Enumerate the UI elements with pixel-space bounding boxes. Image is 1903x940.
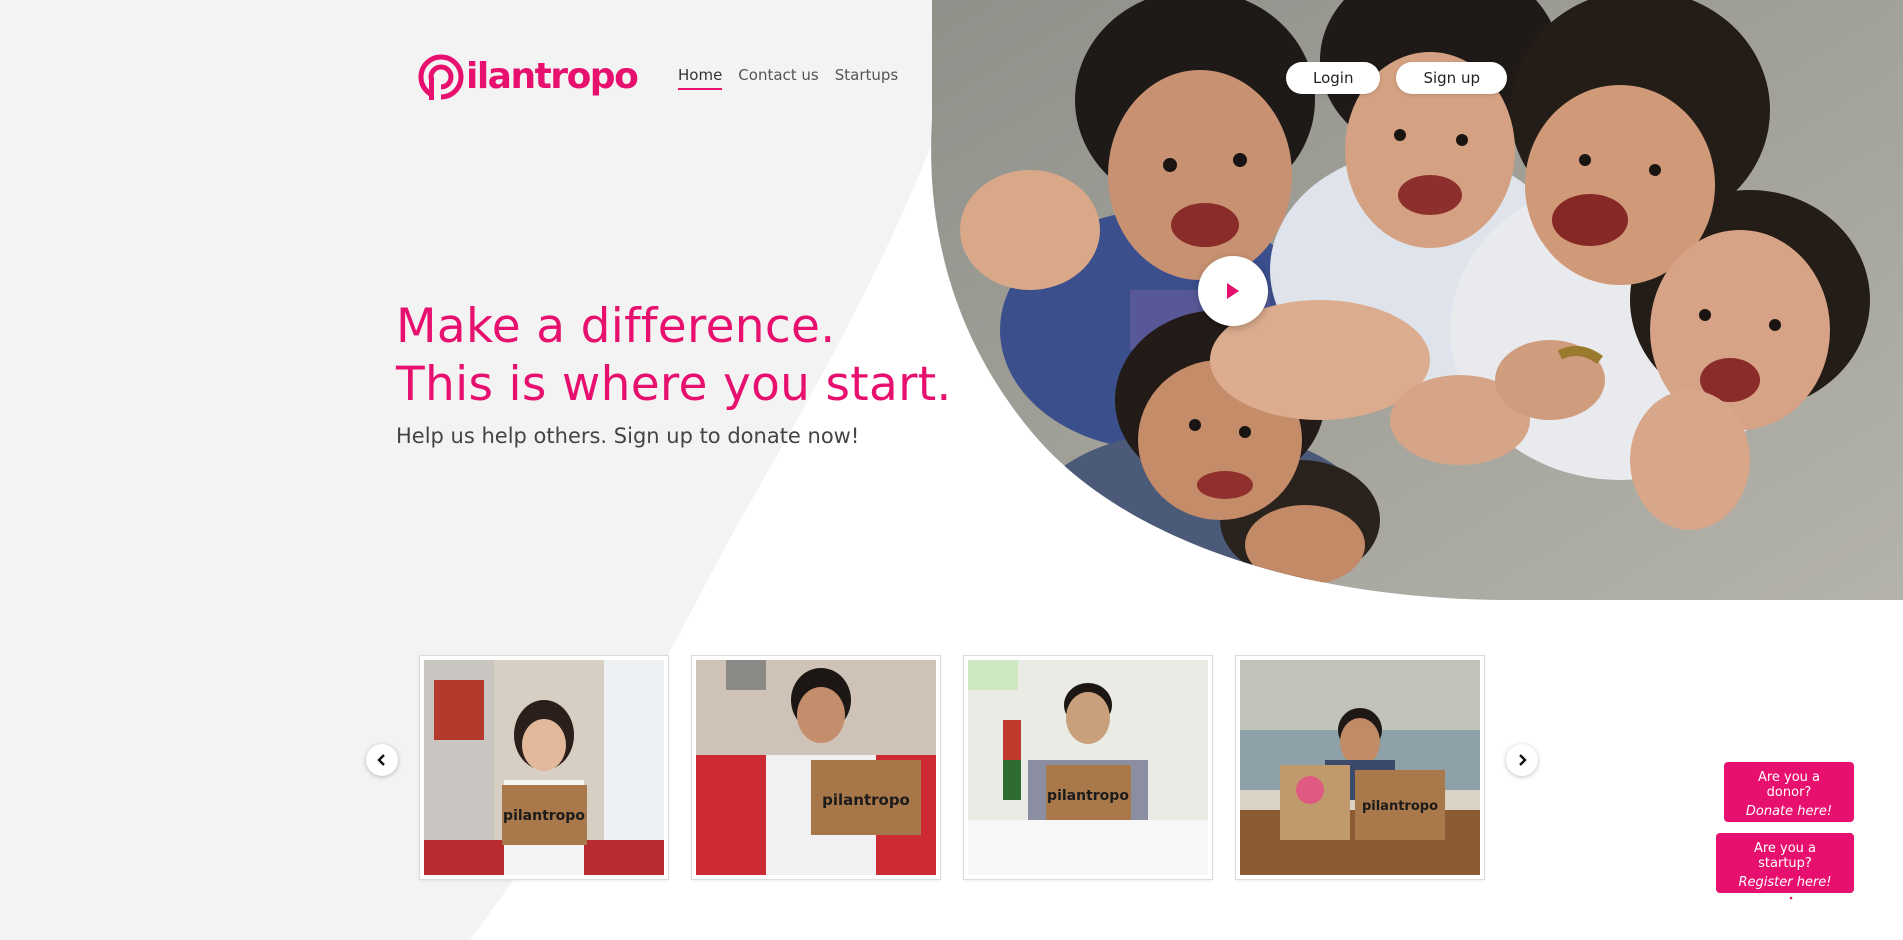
carousel-card[interactable]: pilantropo [419,655,669,880]
svg-text:pilantropo: pilantropo [1362,799,1438,814]
nav-contact-link[interactable]: Contact us [738,66,818,90]
hero-title-line1: Make a difference. [396,299,836,354]
play-video-button[interactable] [1198,256,1268,326]
carousel-prev-button[interactable] [366,744,398,776]
hero-title: Make a difference. This is where you sta… [396,298,952,414]
hero-title-line2: This is where you start. [396,357,952,412]
carousel-card[interactable]: pilantropo [963,655,1213,880]
hero-subtitle: Help us help others. Sign up to donate n… [396,424,860,448]
play-icon [1227,283,1239,299]
chevron-right-icon [1519,754,1527,766]
photo-icon: pilantropo [968,660,1208,875]
nav-home-link[interactable]: Home [678,66,723,90]
photo-icon: pilantropo [696,660,936,875]
rocket-icon [1783,894,1795,905]
main-nav: Home Contact us Startups [678,66,898,90]
startup-cta-button[interactable]: Are you a startup? Register here! [1716,833,1854,905]
svg-text:pilantropo: pilantropo [822,791,910,809]
donor-question: Are you a donor? [1757,770,1821,800]
logo-text: ilantropo [466,56,639,97]
photo-icon: pilantropo [424,660,664,875]
carousel-card[interactable]: pilantropo [1235,655,1485,880]
chevron-left-icon [377,754,385,766]
donor-cta-button[interactable]: Are you a donor? Donate here! [1724,762,1854,835]
photo-icon: pilantropo [1240,660,1480,875]
carousel-next-button[interactable] [1506,744,1538,776]
carousel-cards: pilantropo pilantropo pilantropo pilantr… [419,655,1485,880]
pilantropo-logo-icon [418,54,464,100]
svg-text:pilantropo: pilantropo [503,808,585,824]
svg-text:pilantropo: pilantropo [1047,788,1129,804]
signup-button[interactable]: Sign up [1396,62,1507,94]
login-button[interactable]: Login [1286,62,1381,94]
donor-action: Donate here! [1745,804,1833,819]
startup-question: Are you a startup? [1753,841,1817,871]
carousel-card[interactable]: pilantropo [691,655,941,880]
brand-logo[interactable]: ilantropo [418,50,639,104]
auth-buttons: Login Sign up [1286,62,1507,94]
nav-startups-link[interactable]: Startups [835,66,899,90]
testimonial-carousel: pilantropo pilantropo pilantropo pilantr… [366,650,1538,890]
startup-action: Register here! [1738,875,1832,890]
